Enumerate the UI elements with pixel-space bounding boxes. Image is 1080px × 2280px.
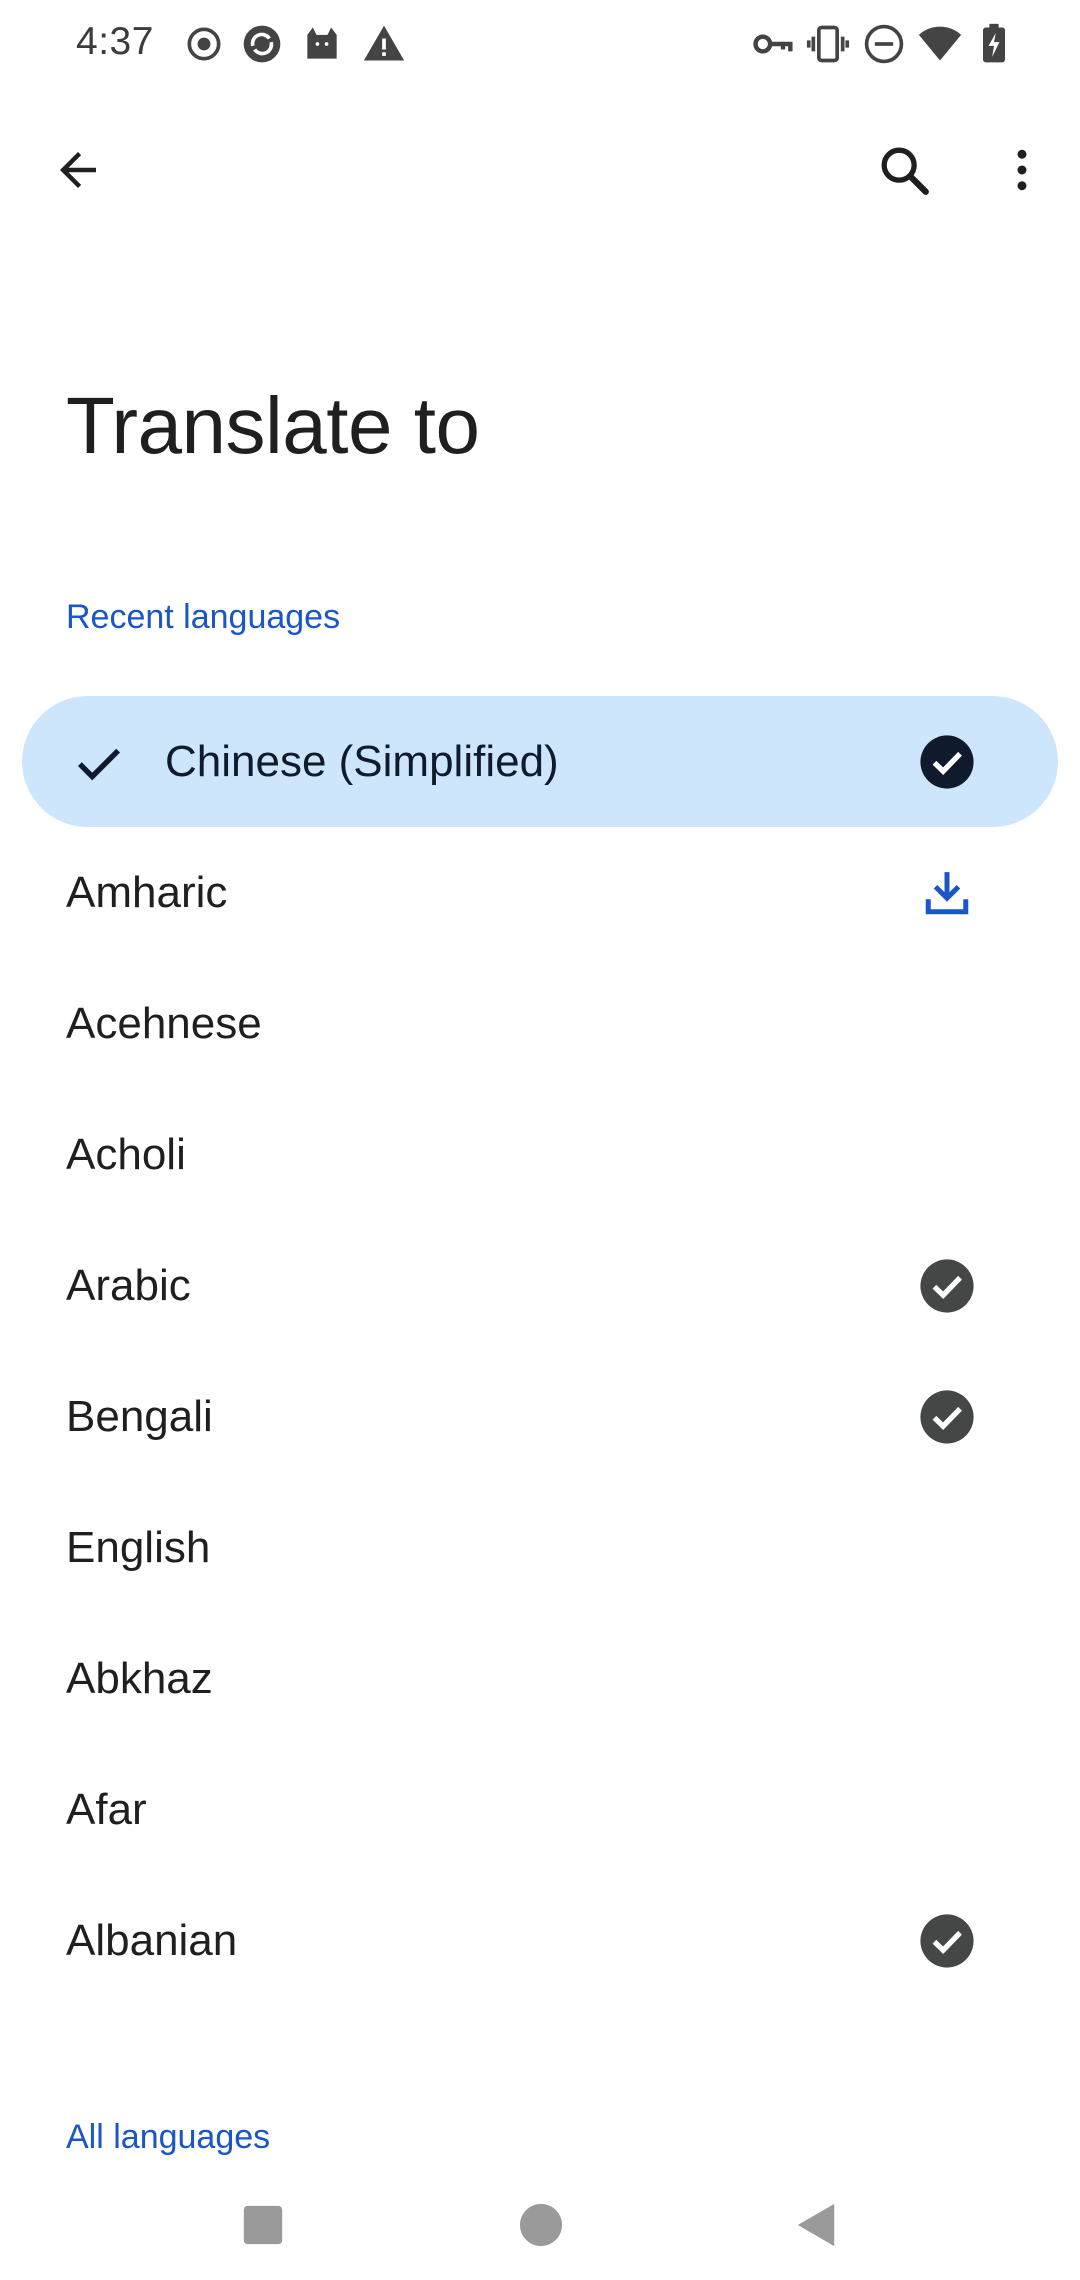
back-triangle-icon — [797, 2203, 835, 2247]
back-button[interactable] — [36, 128, 120, 212]
translate-to-screen: 4:37 Translate to Recent languages Chine… — [0, 0, 1080, 2280]
vpn-key-icon — [753, 34, 793, 54]
language-row-english[interactable]: English — [0, 1482, 1080, 1613]
back-arrow-icon — [60, 152, 96, 188]
language-label: Chinese (Simplified) — [165, 736, 559, 786]
page-title: Translate to — [66, 381, 480, 470]
language-row-afar[interactable]: Afar — [0, 1744, 1080, 1875]
language-label: Bengali — [66, 1391, 213, 1441]
system-back-button[interactable] — [762, 2170, 872, 2280]
download-icon — [925, 872, 969, 915]
language-row-bengali[interactable]: Bengali — [0, 1351, 1080, 1482]
language-label: Amharic — [66, 867, 228, 917]
language-row-arabic[interactable]: Arabic — [0, 1220, 1080, 1351]
vibrate-icon — [806, 25, 850, 63]
language-label: Abkhaz — [66, 1653, 213, 1703]
wifi-icon — [918, 26, 962, 61]
record-icon — [187, 27, 221, 61]
downloaded-check-icon — [920, 1259, 974, 1313]
app-sync-icon — [243, 25, 281, 63]
language-row-abkhaz[interactable]: Abkhaz — [0, 1613, 1080, 1744]
downloaded-status — [918, 1912, 976, 1970]
language-label: Arabic — [66, 1260, 191, 1310]
status-time: 4:37 — [76, 20, 154, 63]
recents-square-icon — [243, 2205, 283, 2245]
navigation-bar — [0, 2170, 1080, 2280]
language-label: English — [66, 1522, 211, 1572]
language-label: Albanian — [66, 1915, 238, 1965]
downloaded-status — [918, 1388, 976, 1446]
language-list: Chinese (Simplified) Amharic Acehnese Ac… — [0, 696, 1080, 2006]
all-languages-header: All languages — [66, 2118, 271, 2156]
battery-charging-icon — [983, 23, 1005, 63]
home-circle-icon — [519, 2203, 563, 2247]
home-button[interactable] — [486, 2170, 596, 2280]
downloaded-check-icon — [920, 1914, 974, 1968]
more-vert-icon — [1017, 149, 1027, 191]
downloaded-status — [918, 733, 976, 791]
language-label: Afar — [66, 1784, 147, 1834]
warning-icon — [363, 25, 405, 61]
language-row-acholi[interactable]: Acholi — [0, 1089, 1080, 1220]
language-row-albanian[interactable]: Albanian — [0, 1875, 1080, 2006]
search-button[interactable] — [862, 128, 946, 212]
download-button[interactable] — [918, 864, 976, 922]
downloaded-check-icon — [920, 1390, 974, 1444]
language-row-chinese-simplified[interactable]: Chinese (Simplified) — [0, 696, 1080, 827]
downloaded-status — [918, 1257, 976, 1315]
more-options-button[interactable] — [980, 128, 1064, 212]
cat-icon — [307, 27, 337, 59]
downloaded-check-icon — [920, 735, 974, 789]
status-bar: 4:37 — [0, 0, 1080, 90]
app-bar — [0, 120, 1080, 220]
language-row-acehnese[interactable]: Acehnese — [0, 958, 1080, 1089]
language-label: Acehnese — [66, 998, 262, 1048]
language-label: Acholi — [66, 1129, 186, 1179]
language-row-amharic[interactable]: Amharic — [0, 827, 1080, 958]
recents-button[interactable] — [208, 2170, 318, 2280]
selected-check-icon — [77, 748, 121, 781]
search-icon — [881, 147, 929, 195]
do-not-disturb-icon — [864, 24, 904, 64]
recent-languages-header: Recent languages — [66, 598, 341, 636]
